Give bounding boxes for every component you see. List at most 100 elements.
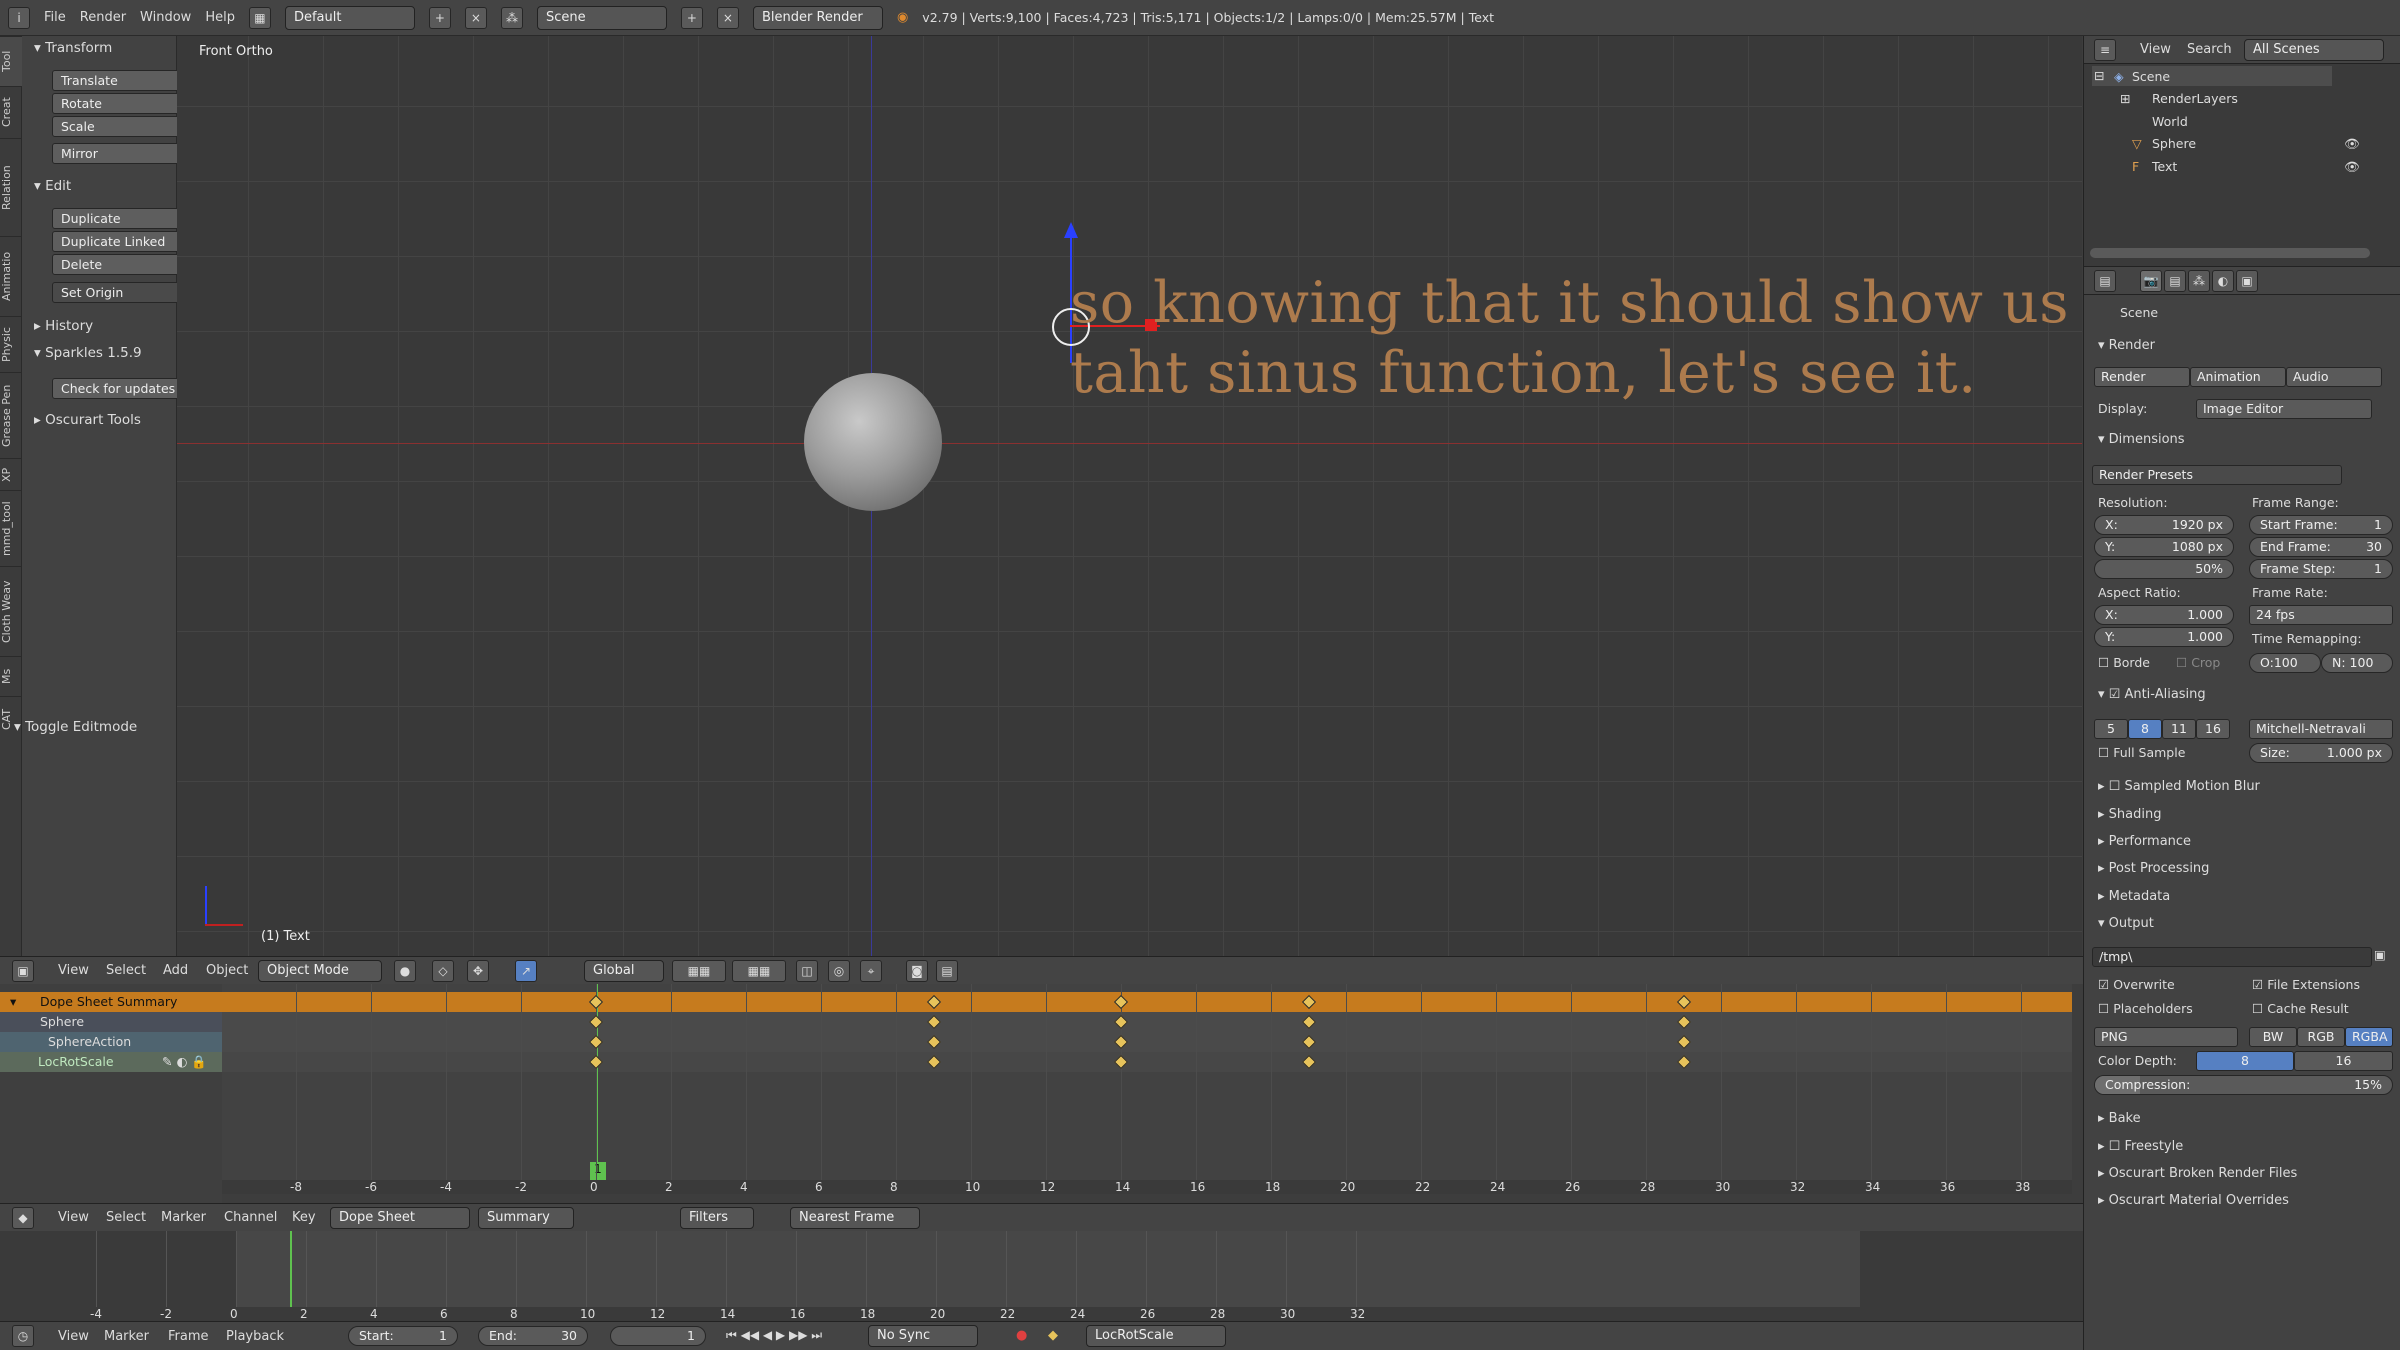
timeline-end-field[interactable]: End: 30 <box>478 1326 588 1346</box>
channel-mute-icon[interactable]: ✎ ◐ 🔒 <box>162 1054 207 1070</box>
outliner-editor-icon[interactable]: ≡ <box>2094 39 2116 61</box>
oscurart-broken-panel-header[interactable]: ▸ Oscurart Broken Render Files <box>2098 1166 2297 1181</box>
transform-panel-header[interactable]: ▾ Transform <box>34 40 112 56</box>
duplicate-button[interactable]: Duplicate <box>52 208 188 229</box>
aspect-y-field[interactable]: Y: 1.000 <box>2094 627 2234 647</box>
mirror-button[interactable]: Mirror <box>52 143 188 164</box>
tl-menu-frame[interactable]: Frame <box>168 1329 209 1344</box>
file-format-selector[interactable]: PNG <box>2094 1027 2238 1047</box>
bake-panel-header[interactable]: ▸ Bake <box>2098 1111 2141 1126</box>
delete-layout-icon[interactable]: × <box>464 6 487 29</box>
channel-sphereaction[interactable]: SphereAction <box>0 1032 222 1052</box>
display-selector[interactable]: Image Editor <box>2196 399 2372 419</box>
screen-layout-icon[interactable]: ▦ <box>248 6 271 29</box>
summary-expand-icon[interactable]: ▾ <box>10 994 16 1009</box>
layers-grid-2-icon[interactable]: ▦▦ <box>732 960 786 982</box>
render-preview-icon[interactable]: ◙ <box>906 960 928 982</box>
aa-samples-5[interactable]: 5 <box>2094 719 2128 739</box>
start-frame-field[interactable]: Start Frame: 1 <box>2249 515 2393 535</box>
motion-blur-panel-header[interactable]: ▸ ☐ Sampled Motion Blur <box>2098 779 2260 794</box>
aspect-x-field[interactable]: X: 1.000 <box>2094 605 2234 625</box>
timeline-editor-icon[interactable]: ◷ <box>12 1325 34 1347</box>
render-anim-icon[interactable]: ▤ <box>936 960 958 982</box>
rotate-button[interactable]: Rotate <box>52 93 188 114</box>
aa-samples-8[interactable]: 8 <box>2128 719 2162 739</box>
ds-menu-channel[interactable]: Channel <box>224 1210 277 1225</box>
current-frame-badge[interactable]: 1 <box>590 1162 606 1180</box>
toggle-editmode-header[interactable]: ▾ Toggle Editmode <box>14 719 137 735</box>
channel-locrotscale[interactable]: LocRotScale ✎ ◐ 🔒 <box>0 1052 222 1072</box>
frame-rate-selector[interactable]: 24 fps <box>2249 605 2393 625</box>
layers-grid-icon[interactable]: ▦▦ <box>672 960 726 982</box>
audio-button[interactable]: Audio <box>2286 367 2382 387</box>
tl-menu-view[interactable]: View <box>58 1329 89 1344</box>
lock-layers-icon[interactable]: ◫ <box>796 960 818 982</box>
edit-panel-header[interactable]: ▾ Edit <box>34 178 71 194</box>
delete-scene-icon[interactable]: × <box>716 6 739 29</box>
channel-summary[interactable]: ▾ Dope Sheet Summary <box>0 992 222 1012</box>
outliner-item-world[interactable]: World <box>2152 114 2188 129</box>
translate-manipulator-icon[interactable]: ↗ <box>515 960 537 982</box>
freestyle-panel-header[interactable]: ▸ ☐ Freestyle <box>2098 1139 2183 1154</box>
playback-controls-icon[interactable]: ⏮ ◀◀ ◀ ▶ ▶▶ ⏭ <box>726 1328 822 1343</box>
full-sample-checkbox[interactable]: ☐ Full Sample <box>2098 745 2185 760</box>
pivot-icon[interactable]: ◇ <box>432 960 454 982</box>
delete-button[interactable]: Delete <box>52 254 188 275</box>
keying-set-icon[interactable]: ◆ <box>1048 1328 1058 1343</box>
outliner-scrollbar[interactable] <box>2090 248 2370 258</box>
render-context-icon[interactable]: 📷 <box>2140 270 2162 292</box>
outliner-row-scene[interactable] <box>2092 66 2332 86</box>
ds-menu-view[interactable]: View <box>58 1210 89 1225</box>
render-panel-header[interactable]: ▾ Render <box>2098 338 2155 353</box>
vp-menu-view[interactable]: View <box>58 963 89 978</box>
post-processing-panel-header[interactable]: ▸ Post Processing <box>2098 861 2209 876</box>
outliner-item-sphere[interactable]: Sphere <box>2152 136 2196 151</box>
vp-menu-add[interactable]: Add <box>163 963 188 978</box>
proportional-edit-icon[interactable]: ◎ <box>828 960 850 982</box>
tab-physics[interactable]: Physic <box>0 316 22 372</box>
metadata-panel-header[interactable]: ▸ Metadata <box>2098 889 2170 904</box>
tab-create[interactable]: Creat <box>0 86 22 138</box>
tl-menu-marker[interactable]: Marker <box>104 1329 149 1344</box>
ds-menu-select[interactable]: Select <box>106 1210 146 1225</box>
tab-animation[interactable]: Animatio <box>0 236 22 316</box>
layout-selector[interactable]: Default <box>284 5 415 30</box>
sphere-visibility-icon[interactable]: 👁 <box>2344 136 2360 152</box>
tl-menu-playback[interactable]: Playback <box>226 1329 284 1344</box>
object-context-icon[interactable]: ▣ <box>2236 270 2258 292</box>
manipulator-toggle-icon[interactable]: ✥ <box>467 960 489 982</box>
keying-set-selector[interactable]: LocRotScale <box>1086 1325 1226 1347</box>
timeline-ruler[interactable]: -4 -2 0 2 4 6 8 10 12 14 16 18 20 22 24 26 28 30 32 <box>0 1307 2083 1321</box>
dopesheet-area[interactable]: 1 -8 -6 -4 -2 0 2 4 6 8 10 12 14 16 18 20 22 24 26 28 30 32 3… <box>222 984 2072 1194</box>
menu-render[interactable]: Render <box>80 10 126 25</box>
editor-type-icon[interactable]: ▣ <box>12 960 34 982</box>
dopesheet-editor-icon[interactable]: ◆ <box>12 1207 34 1229</box>
vp-menu-select[interactable]: Select <box>106 963 146 978</box>
time-remap-new-field[interactable]: N: 100 <box>2321 653 2393 673</box>
outliner-item-text[interactable]: Text <box>2152 159 2177 174</box>
duplicate-linked-button[interactable]: Duplicate Linked <box>52 231 188 252</box>
scene-selector[interactable]: Scene <box>536 5 667 30</box>
outliner-item-renderlayers[interactable]: RenderLayers <box>2152 91 2238 106</box>
render-presets-selector[interactable]: Render Presets <box>2092 465 2342 485</box>
text-object[interactable]: so knowing that it should show us taht s… <box>1070 268 2069 408</box>
aa-size-field[interactable]: Size: 1.000 px <box>2249 743 2393 763</box>
outliner-menu-search[interactable]: Search <box>2187 42 2232 57</box>
aa-filter-selector[interactable]: Mitchell-Netravali <box>2249 719 2393 739</box>
menu-file[interactable]: File <box>44 10 66 25</box>
set-origin-dropdown[interactable]: Set Origin <box>52 282 188 303</box>
sync-selector[interactable]: No Sync <box>868 1325 978 1347</box>
resolution-percentage-field[interactable]: 50% <box>2094 559 2234 579</box>
border-checkbox[interactable]: ☐ Borde <box>2098 655 2150 670</box>
tab-relations[interactable]: Relation <box>0 138 22 236</box>
overwrite-checkbox[interactable]: ☑ Overwrite <box>2098 977 2175 992</box>
history-panel-header[interactable]: ▸ History <box>34 318 93 334</box>
output-path-field[interactable]: /tmp\ <box>2092 947 2372 967</box>
world-context-icon[interactable]: ◐ <box>2212 270 2234 292</box>
vp-menu-object[interactable]: Object <box>206 963 248 978</box>
shading-icon[interactable]: ● <box>394 960 416 982</box>
translate-button[interactable]: Translate <box>52 70 188 91</box>
properties-editor-icon[interactable]: ▤ <box>2094 270 2116 292</box>
folder-icon[interactable]: ▣ <box>2374 947 2386 962</box>
output-panel-header[interactable]: ▾ Output <box>2098 916 2154 931</box>
